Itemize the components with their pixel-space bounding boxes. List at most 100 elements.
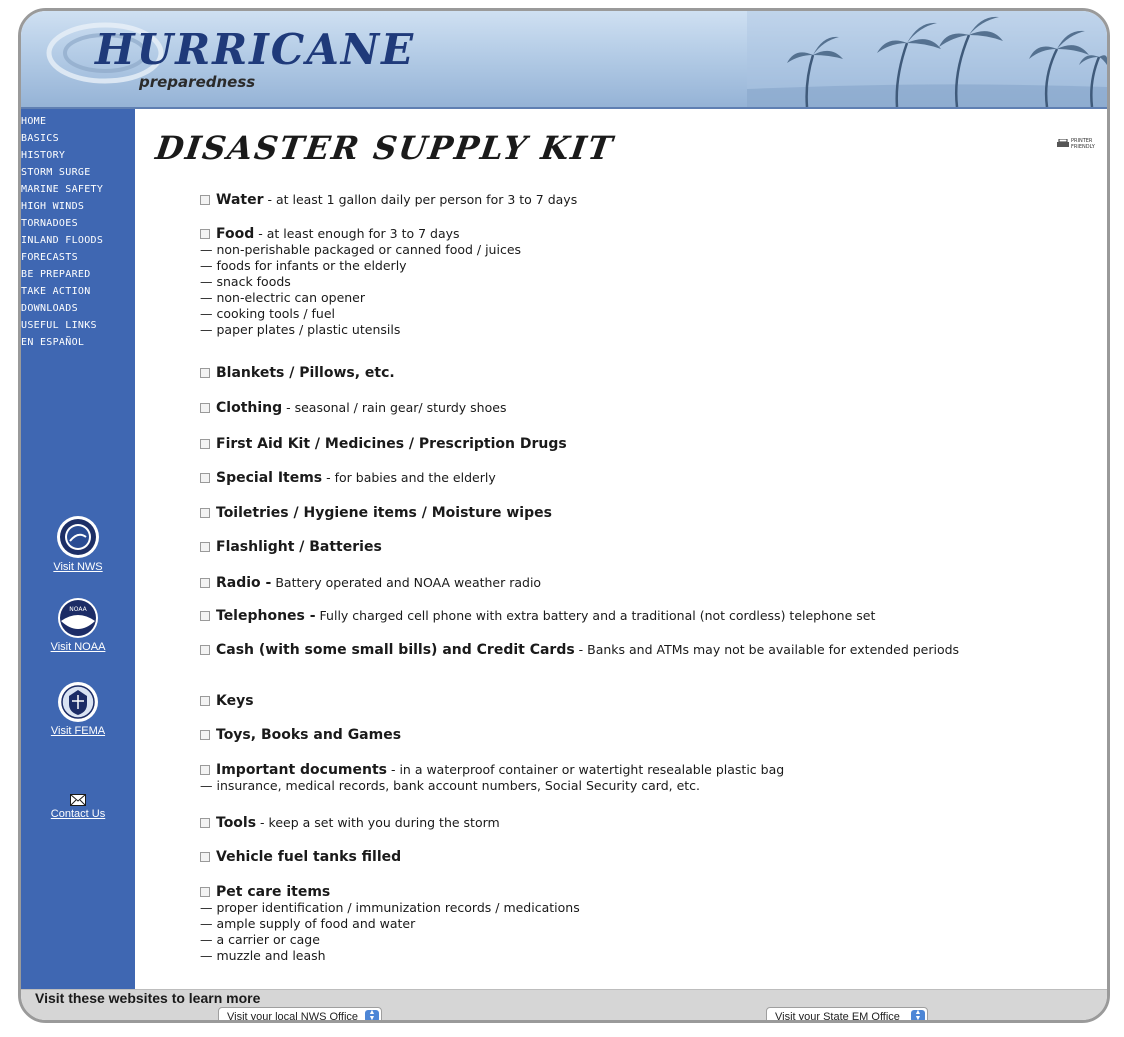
noaa-logo-icon[interactable]: NOAA — [57, 597, 99, 639]
list-item-keys: Keys — [200, 693, 254, 709]
stepper-arrows-icon: ▲ ▼ — [365, 1009, 379, 1020]
checkbox[interactable] — [200, 473, 210, 483]
logo-title[interactable]: HURRICANE — [95, 25, 415, 74]
item-title: Important documents — [216, 762, 387, 778]
item-desc: - keep a set with you during the storm — [256, 815, 500, 830]
item-title: Water — [216, 192, 264, 208]
printer-friendly-label[interactable]: PRINTER FRIENDLY — [1071, 138, 1103, 150]
list-item-clothing: Clothing - seasonal / rain gear/ sturdy … — [200, 400, 506, 416]
item-desc: - in a waterproof container or watertigh… — [387, 762, 785, 777]
checkbox[interactable] — [200, 818, 210, 828]
item-desc: - seasonal / rain gear/ sturdy shoes — [282, 400, 507, 415]
nav-inland-floods[interactable]: INLAND FLOODS — [21, 232, 135, 249]
item-desc: - at least 1 gallon daily per person for… — [263, 192, 578, 207]
visit-noaa-link[interactable]: NOAA Visit NOAA — [21, 597, 135, 653]
checkbox[interactable] — [200, 578, 210, 588]
list-item-toys: Toys, Books and Games — [200, 727, 401, 743]
page-frame: HURRICANE preparedness HOME BASICS HISTO… — [18, 8, 1110, 1023]
nav-basics[interactable]: BASICS — [21, 130, 135, 147]
item-detail: — foods for infants or the elderly — [200, 258, 407, 273]
checkbox[interactable] — [200, 542, 210, 552]
state-em-select-value: Visit your State EM Office — [775, 1011, 900, 1023]
nav-marine-safety[interactable]: MARINE SAFETY — [21, 181, 135, 198]
item-title: Toys, Books and Games — [216, 727, 402, 743]
checkbox[interactable] — [200, 645, 210, 655]
item-desc: - for babies and the elderly — [322, 470, 496, 485]
list-item-cash: Cash (with some small bills) and Credit … — [180, 642, 960, 658]
sidebar-nav: HOME BASICS HISTORY STORM SURGE MARINE S… — [21, 109, 135, 351]
item-detail: — muzzle and leash — [200, 948, 326, 963]
nav-useful-links[interactable]: USEFUL LINKS — [21, 317, 135, 334]
list-item-toiletries: Toiletries / Hygiene items / Moisture wi… — [200, 505, 552, 521]
checkbox[interactable] — [200, 730, 210, 740]
checkbox[interactable] — [200, 439, 210, 449]
list-item-telephones: Telephones - Fully charged cell phone wi… — [200, 608, 875, 624]
list-item-tools: Tools - keep a set with you during the s… — [200, 815, 500, 831]
nws-office-select[interactable]: Visit your local NWS Office ▲ ▼ — [218, 1007, 382, 1020]
main-content: DISASTER SUPPLY KIT PRINTER FRIENDLY Wat… — [136, 109, 1107, 989]
checkbox[interactable] — [200, 852, 210, 862]
visit-nws-label[interactable]: Visit NWS — [21, 561, 135, 573]
printer-icon[interactable] — [1057, 139, 1069, 148]
item-title: Tools — [216, 815, 257, 831]
nav-home[interactable]: HOME — [21, 113, 135, 130]
visit-noaa-label[interactable]: Visit NOAA — [21, 641, 135, 653]
item-title: Pet care items — [216, 884, 331, 900]
footer: Visit these websites to learn more Visit… — [21, 989, 1107, 1023]
nav-high-winds[interactable]: HIGH WINDS — [21, 198, 135, 215]
checkbox[interactable] — [200, 765, 210, 775]
item-title: Telephones - — [216, 608, 316, 624]
contact-us-link[interactable]: Contact Us — [21, 794, 135, 820]
item-title: Special Items — [216, 470, 323, 486]
visit-nws-link[interactable]: Visit NWS — [21, 515, 135, 573]
item-title: Blankets / Pillows, etc. — [216, 365, 395, 381]
nav-be-prepared[interactable]: BE PREPARED — [21, 266, 135, 283]
checkbox[interactable] — [200, 611, 210, 621]
item-title: Food — [216, 226, 255, 242]
palm-trees-icon — [747, 11, 1107, 107]
nav-history[interactable]: HISTORY — [21, 147, 135, 164]
item-title: Keys — [216, 693, 254, 709]
checkbox[interactable] — [200, 195, 210, 205]
checkbox[interactable] — [200, 403, 210, 413]
nws-seal-icon[interactable] — [56, 515, 100, 559]
list-item-documents: Important documents - in a waterproof co… — [200, 762, 784, 794]
checkbox[interactable] — [200, 508, 210, 518]
item-title: Vehicle fuel tanks filled — [216, 849, 402, 865]
visit-fema-label[interactable]: Visit FEMA — [21, 725, 135, 737]
nav-storm-surge[interactable]: STORM SURGE — [21, 164, 135, 181]
item-desc: - at least enough for 3 to 7 days — [254, 226, 460, 241]
item-detail: — snack foods — [200, 274, 291, 289]
checkbox[interactable] — [200, 368, 210, 378]
item-desc: Fully charged cell phone with extra batt… — [315, 608, 876, 623]
contact-us-label[interactable]: Contact Us — [21, 808, 135, 820]
checkbox[interactable] — [200, 887, 210, 897]
item-detail: — a carrier or cage — [200, 932, 320, 947]
site-header: HURRICANE preparedness — [21, 11, 1107, 109]
fema-seal-icon[interactable] — [57, 681, 99, 723]
nav-en-espanol[interactable]: EN ESPAÑOL — [21, 334, 135, 351]
noaa-seal-text: NOAA — [69, 606, 87, 613]
state-em-select[interactable]: Visit your State EM Office ▲ ▼ — [766, 1007, 928, 1023]
item-desc: Battery operated and NOAA weather radio — [271, 575, 542, 590]
visit-fema-link[interactable]: Visit FEMA — [21, 681, 135, 737]
envelope-icon[interactable] — [70, 794, 86, 806]
nav-take-action[interactable]: TAKE ACTION — [21, 283, 135, 300]
item-detail: — insurance, medical records, bank accou… — [200, 778, 701, 793]
list-item-water: Water - at least 1 gallon daily per pers… — [200, 192, 577, 208]
item-detail: — non-electric can opener — [200, 290, 366, 305]
nav-forecasts[interactable]: FORECASTS — [21, 249, 135, 266]
checkbox[interactable] — [200, 229, 210, 239]
nav-downloads[interactable]: DOWNLOADS — [21, 300, 135, 317]
list-item-pet-care: Pet care items — proper identification /… — [200, 884, 580, 964]
item-title: Toiletries / Hygiene items / Moisture wi… — [216, 505, 552, 521]
stepper-arrows-icon: ▲ ▼ — [911, 1009, 925, 1020]
printer-friendly-link[interactable]: PRINTER FRIENDLY — [1057, 137, 1103, 155]
item-detail: — cooking tools / fuel — [200, 306, 336, 321]
list-item-first-aid: First Aid Kit / Medicines / Prescription… — [200, 436, 567, 452]
item-detail: — proper identification / immunization r… — [200, 900, 580, 915]
item-detail: — ample supply of food and water — [200, 916, 416, 931]
checkbox[interactable] — [200, 696, 210, 706]
list-item-radio: Radio - Battery operated and NOAA weathe… — [200, 575, 541, 591]
nav-tornadoes[interactable]: TORNADOES — [21, 215, 135, 232]
